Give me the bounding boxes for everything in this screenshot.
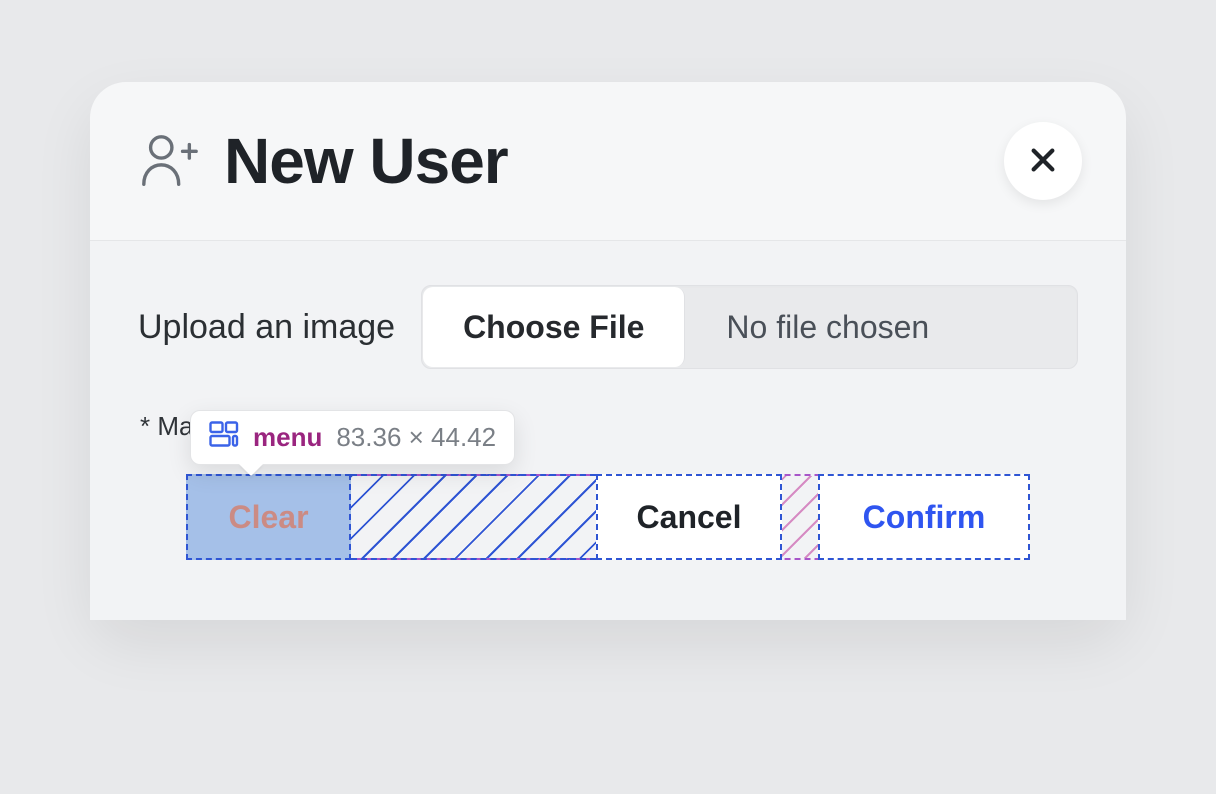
upload-label: Upload an image (138, 308, 395, 347)
file-status-text: No file chosen (686, 286, 1077, 368)
flex-layout-icon (209, 421, 239, 454)
file-input[interactable]: Choose File No file chosen (421, 285, 1078, 369)
close-button[interactable] (1004, 122, 1082, 200)
confirm-button[interactable]: Confirm (818, 474, 1030, 560)
devtools-tooltip: menu 83.36 × 44.42 (190, 410, 515, 465)
close-icon (1027, 144, 1059, 179)
tooltip-element-tag: menu (253, 422, 322, 453)
button-row-flex-inspect: menu 83.36 × 44.42 Clear Cancel Confirm (186, 474, 1030, 560)
dialog-title: New User (224, 124, 508, 198)
flex-spacer (351, 474, 596, 560)
tooltip-dimensions: 83.36 × 44.42 (336, 422, 496, 453)
dialog-header: New User (90, 82, 1126, 240)
clear-button[interactable]: Clear (186, 474, 351, 560)
flex-gap-indicator (782, 476, 818, 558)
new-user-dialog: New User Upload an image Choose File No … (90, 82, 1126, 620)
upload-section: Upload an image Choose File No file chos… (90, 240, 1126, 620)
cancel-button[interactable]: Cancel (596, 474, 782, 560)
choose-file-button[interactable]: Choose File (423, 287, 685, 367)
person-plus-icon (138, 130, 200, 192)
upload-row: Upload an image Choose File No file chos… (138, 285, 1078, 369)
